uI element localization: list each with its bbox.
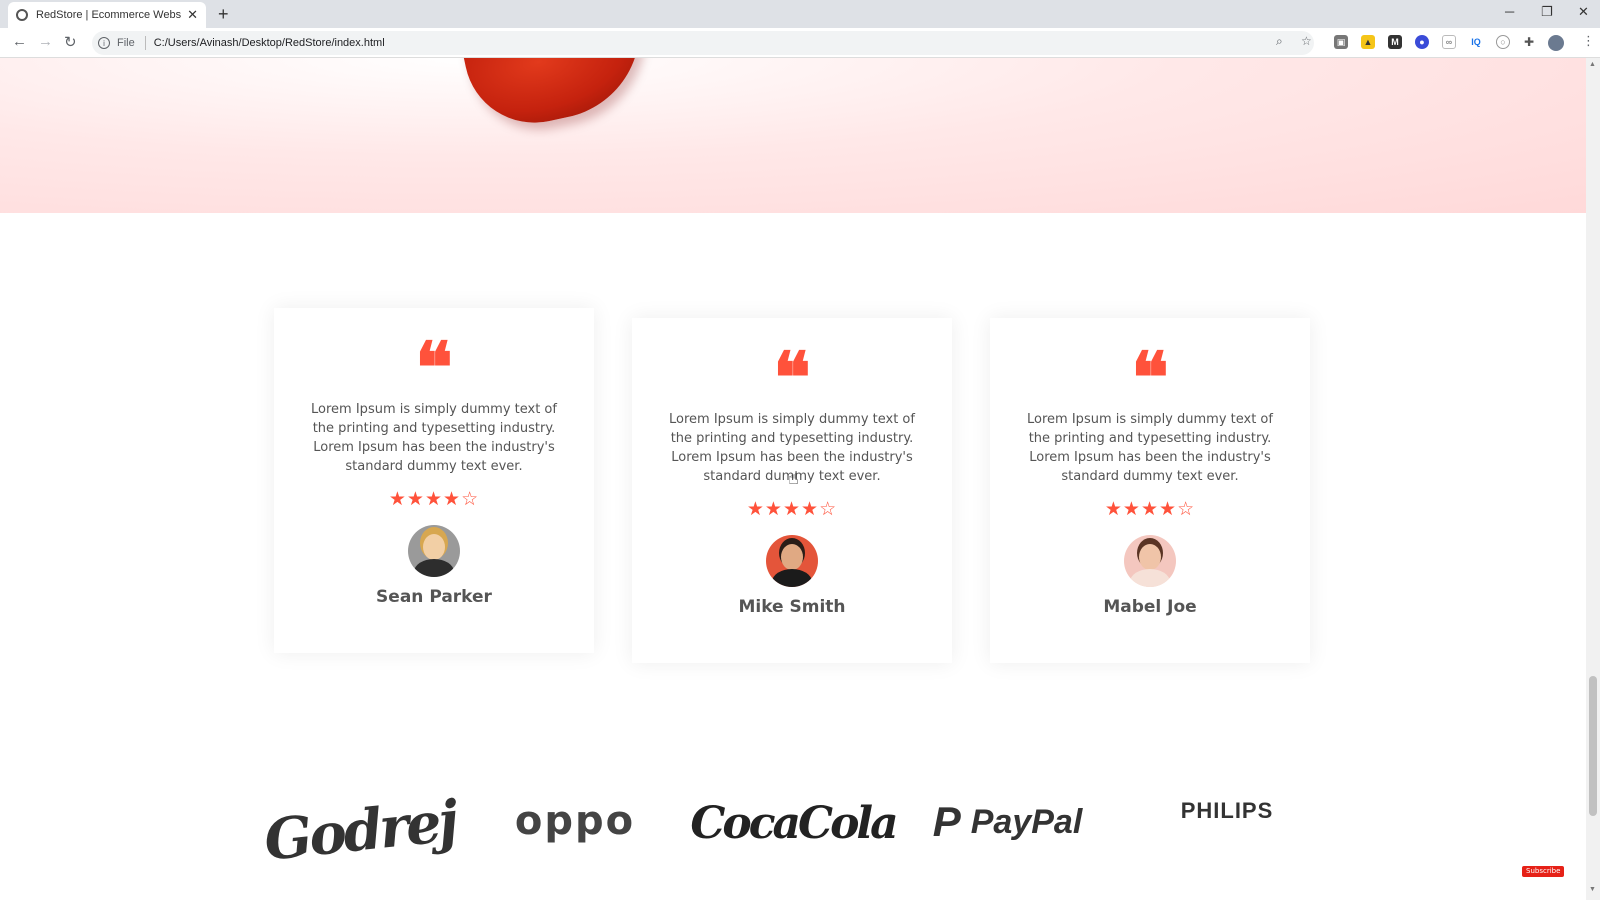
left-quote-icon: ❝	[1131, 336, 1169, 419]
new-tab-icon[interactable]: +	[218, 4, 229, 25]
testimonial-card: ❝ Lorem Ipsum is simply dummy text of th…	[274, 308, 594, 653]
page-favicon-icon	[16, 9, 28, 21]
address-scheme: File	[117, 37, 135, 49]
person-name: Sean Parker	[376, 587, 492, 607]
address-url[interactable]: C:/Users/Avinash/Desktop/RedStore/index.…	[154, 37, 385, 49]
person-name: Mabel Joe	[1103, 597, 1197, 617]
zoom-icon[interactable]: ⌕	[1276, 34, 1283, 49]
scrollbar-thumb[interactable]	[1589, 676, 1597, 816]
brand-logo-godrej: Godrej	[261, 788, 459, 874]
star-filled-icon: ★	[388, 489, 407, 510]
testimonial-text: Lorem Ipsum is simply dummy text of the …	[311, 402, 557, 474]
star-filled-icon: ★	[764, 499, 783, 520]
star-filled-icon: ★	[406, 489, 425, 510]
address-separator	[144, 36, 146, 50]
testimonial-text: Lorem Ipsum is simply dummy text of the …	[1027, 412, 1273, 484]
rating-stars: ★★★★☆	[304, 488, 564, 511]
avatar	[408, 525, 460, 577]
circle-extension-icon[interactable]: ○	[1496, 35, 1510, 49]
page-viewport: ❝ Lorem Ipsum is simply dummy text of th…	[0, 58, 1586, 900]
scroll-down-icon[interactable]: ▼	[1589, 886, 1596, 893]
back-icon[interactable]: ←	[12, 33, 27, 50]
testimonial-card: ❝ Lorem Ipsum is simply dummy text of th…	[632, 318, 952, 663]
address-bar[interactable]: i File C:/Users/Avinash/Desktop/RedStore…	[92, 31, 1314, 55]
tab-close-icon[interactable]: ✕	[187, 7, 198, 23]
avatar	[766, 535, 818, 587]
minimize-icon[interactable]: ─	[1505, 4, 1514, 19]
subscribe-badge[interactable]: Subscribe	[1522, 866, 1565, 877]
star-filled-icon: ★	[1159, 499, 1178, 520]
tab-title: RedStore | Ecommerce Website D	[36, 9, 182, 21]
star-filled-icon: ★	[1140, 499, 1160, 520]
offer-product-image	[459, 58, 657, 136]
bell-extension-icon[interactable]: ▲	[1361, 35, 1375, 49]
reload-icon[interactable]: ↻	[64, 33, 77, 51]
browser-menu-icon[interactable]: ⋮	[1582, 33, 1595, 49]
mail-extension-icon[interactable]: M	[1388, 35, 1402, 49]
scroll-up-icon[interactable]: ▲	[1589, 61, 1596, 68]
left-quote-icon: ❝	[415, 326, 453, 409]
star-empty-icon: ☆	[1177, 499, 1196, 520]
browser-toolbar: ← → ↻ i File C:/Users/Avinash/Desktop/Re…	[0, 28, 1600, 58]
testimonial-card: ❝ Lorem Ipsum is simply dummy text of th…	[990, 318, 1310, 663]
iq-extension-icon[interactable]: IQ	[1469, 35, 1483, 49]
screenshot-extension-icon[interactable]: ▣	[1334, 35, 1348, 49]
forward-icon[interactable]: →	[38, 33, 53, 50]
paypal-wordmark: PayPal	[970, 802, 1083, 841]
close-window-icon[interactable]: ✕	[1578, 4, 1589, 20]
avatar	[1124, 535, 1176, 587]
browser-tab-bar: RedStore | Ecommerce Website D ✕ + ─ ❐ ✕	[0, 0, 1600, 28]
star-empty-icon: ☆	[819, 499, 838, 520]
star-filled-icon: ★	[1122, 499, 1141, 520]
left-quote-icon: ❝	[773, 336, 811, 419]
star-empty-icon: ☆	[461, 489, 480, 510]
extensions-puzzle-icon[interactable]: ✚	[1522, 35, 1536, 49]
browser-tab[interactable]: RedStore | Ecommerce Website D ✕	[8, 2, 206, 28]
bookmark-star-icon[interactable]: ☆	[1301, 34, 1312, 48]
link-extension-icon[interactable]: ∞	[1442, 35, 1456, 49]
brand-logo-philips: PHILIPS	[1180, 798, 1274, 823]
brand-logo-oppo: oppo	[514, 798, 636, 844]
page-scrollbar[interactable]: ▲ ▼	[1586, 58, 1600, 900]
star-filled-icon: ★	[1104, 499, 1123, 520]
profile-avatar[interactable]	[1548, 35, 1564, 51]
rating-stars: ★★★★☆	[1020, 498, 1280, 521]
hand-cursor-icon: ☝	[788, 468, 799, 488]
star-filled-icon: ★	[746, 499, 765, 520]
brand-logo-cocacola: CocaCola	[690, 798, 898, 849]
brand-logo-paypal: P PayPal	[925, 798, 1090, 846]
paypal-mark-icon: P	[932, 798, 961, 845]
star-filled-icon: ★	[443, 489, 462, 510]
restore-icon[interactable]: ❐	[1541, 4, 1553, 20]
site-info-icon[interactable]: i	[98, 37, 110, 49]
star-filled-icon: ★	[782, 499, 802, 520]
star-filled-icon: ★	[424, 489, 444, 510]
person-name: Mike Smith	[738, 597, 846, 617]
offer-section	[0, 58, 1586, 213]
rating-stars: ★★★★☆	[662, 498, 922, 521]
blue-extension-icon[interactable]: ●	[1415, 35, 1429, 49]
star-filled-icon: ★	[801, 499, 820, 520]
